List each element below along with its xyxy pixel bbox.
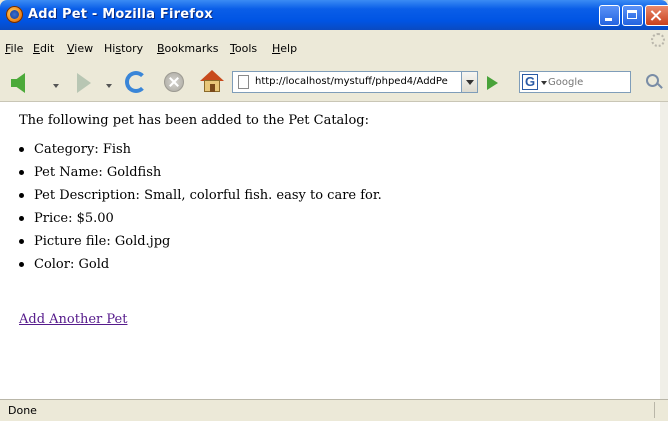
pet-detail-description: Pet Description: Small, colorful fish. e… — [19, 184, 382, 207]
address-text[interactable]: http://localhost/mystuff/phped4/AddPe — [255, 76, 460, 87]
activity-throbber-icon — [651, 33, 665, 47]
home-icon[interactable] — [200, 70, 224, 94]
menu-bookmarks[interactable]: Bookmarks — [157, 42, 218, 55]
menu-bar: File Edit View History Bookmarks Tools H… — [0, 40, 668, 60]
status-divider — [654, 402, 655, 418]
firefox-icon — [6, 6, 23, 23]
menu-file[interactable]: File — [5, 42, 23, 55]
pet-details-list: Category: Fish Pet Name: Goldfish Pet De… — [19, 138, 382, 276]
back-history-dropdown-icon[interactable] — [53, 84, 59, 88]
vertical-scrollbar[interactable] — [660, 102, 668, 399]
page-icon — [238, 75, 249, 89]
close-button[interactable] — [645, 5, 668, 26]
pet-detail-name: Pet Name: Goldfish — [19, 161, 382, 184]
window-title: Add Pet - Mozilla Firefox — [28, 7, 213, 22]
confirmation-message: The following pet has been added to the … — [19, 113, 369, 128]
search-box: G — [519, 71, 631, 93]
minimize-button[interactable] — [599, 5, 620, 26]
back-arrow-icon[interactable] — [11, 73, 25, 93]
forward-arrow-icon[interactable] — [77, 73, 91, 93]
add-another-pet-link[interactable]: Add Another Pet — [19, 312, 127, 327]
search-icon[interactable] — [646, 74, 659, 87]
menu-history[interactable]: History — [104, 42, 143, 55]
pet-detail-category: Category: Fish — [19, 138, 382, 161]
reload-icon[interactable] — [125, 71, 147, 93]
menu-tools[interactable]: Tools — [230, 42, 257, 55]
maximize-button[interactable] — [622, 5, 643, 26]
menu-edit[interactable]: Edit — [33, 42, 54, 55]
search-input[interactable] — [548, 74, 628, 90]
go-arrow-icon[interactable] — [487, 76, 498, 90]
title-bar: Add Pet - Mozilla Firefox — [0, 0, 668, 30]
address-bar[interactable]: http://localhost/mystuff/phped4/AddPe — [232, 71, 462, 93]
status-bar: Done — [0, 399, 668, 421]
status-text: Done — [8, 404, 37, 417]
pet-detail-price: Price: $5.00 — [19, 207, 382, 230]
menu-help[interactable]: Help — [272, 42, 297, 55]
forward-history-dropdown-icon[interactable] — [106, 84, 112, 88]
browser-window: Add Pet - Mozilla Firefox File Edit View… — [0, 0, 668, 421]
pet-detail-color: Color: Gold — [19, 253, 382, 276]
page-content: The following pet has been added to the … — [0, 102, 660, 399]
menu-view[interactable]: View — [67, 42, 93, 55]
google-engine-icon[interactable]: G — [522, 74, 538, 90]
search-engine-dropdown-icon[interactable] — [541, 81, 547, 85]
stop-icon[interactable] — [164, 72, 184, 92]
address-dropdown-button[interactable] — [462, 71, 478, 93]
pet-detail-picture: Picture file: Gold.jpg — [19, 230, 382, 253]
